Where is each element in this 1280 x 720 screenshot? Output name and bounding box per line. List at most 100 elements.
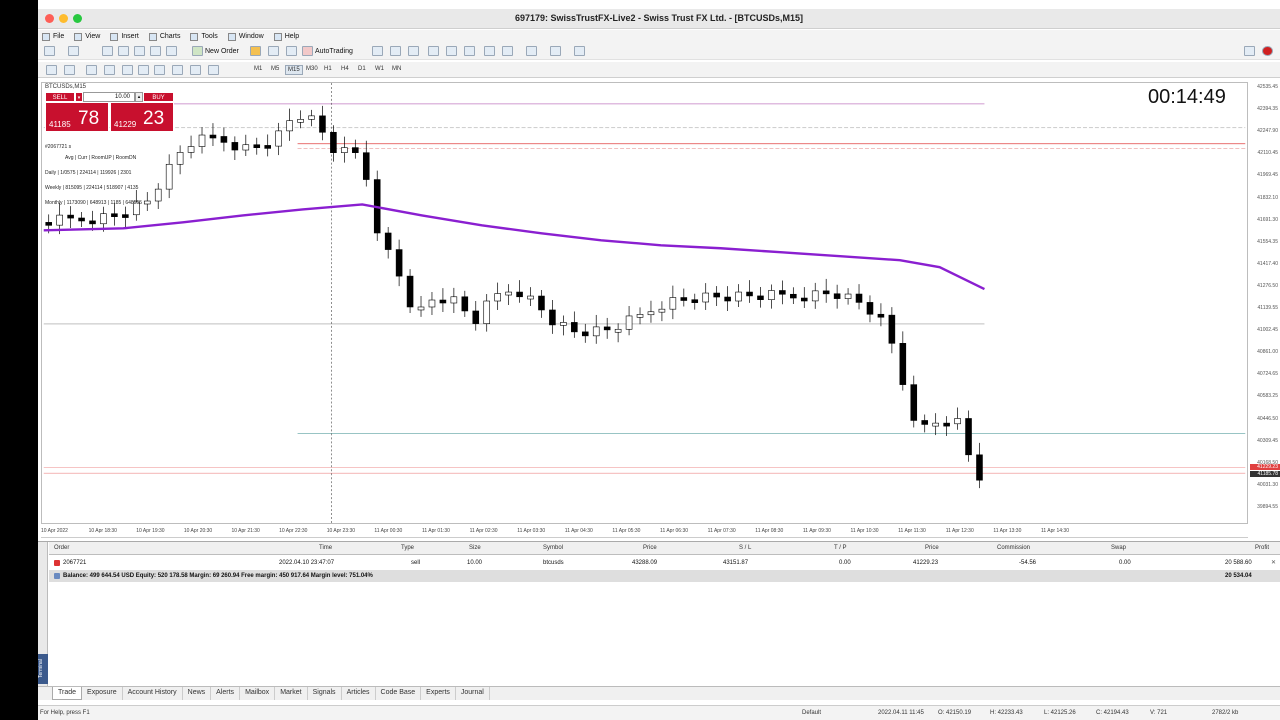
timeframe-m15[interactable]: M15 [285, 65, 303, 75]
indicators-icon[interactable] [526, 46, 537, 56]
text-label-icon[interactable] [190, 65, 201, 75]
tab-alerts[interactable]: Alerts [211, 687, 241, 700]
price-chart[interactable] [41, 82, 1248, 524]
buy-price-box[interactable]: 41229 23 [110, 102, 174, 132]
menu-window[interactable]: Window [227, 32, 264, 41]
new-chart-icon[interactable] [44, 46, 55, 56]
col-price[interactable]: Price [643, 542, 657, 555]
tab-mailbox[interactable]: Mailbox [240, 687, 276, 700]
zoom-in-icon[interactable] [428, 46, 439, 56]
search-icon[interactable] [1244, 46, 1255, 56]
time-scale-label: 10 Apr 2022 [41, 528, 68, 534]
volume-dropdown[interactable]: ▾ [75, 92, 83, 102]
horizontal-line-icon[interactable] [104, 65, 115, 75]
arrows-icon[interactable] [208, 65, 219, 75]
market-icon[interactable] [268, 46, 279, 56]
alert-icon[interactable] [1262, 46, 1273, 56]
candlesticks-icon[interactable] [390, 46, 401, 56]
window-title: 697179: SwissTrustFX-Live2 - Swiss Trust… [514, 13, 804, 23]
tab-signals[interactable]: Signals [308, 687, 342, 700]
terminal-icon[interactable] [150, 46, 161, 56]
col-commission[interactable]: Commission [997, 542, 1030, 555]
tile-windows-icon[interactable] [464, 46, 475, 56]
col-time[interactable]: Time [319, 542, 332, 555]
tab-news[interactable]: News [183, 687, 212, 700]
tab-articles[interactable]: Articles [342, 687, 376, 700]
periods-icon[interactable] [550, 46, 561, 56]
timeframe-m30[interactable]: M30 [304, 65, 320, 73]
channel-icon[interactable] [138, 65, 149, 75]
col-size[interactable]: Size [469, 542, 481, 555]
col-cur-price[interactable]: Price [925, 542, 939, 555]
menu-charts[interactable]: Charts [148, 32, 180, 41]
status-profile[interactable]: Default [802, 710, 821, 716]
menu-tools[interactable]: Tools [190, 32, 218, 41]
sell-price-box[interactable]: 41185 78 [45, 102, 109, 132]
bar-chart-icon[interactable] [372, 46, 383, 56]
profiles-icon[interactable] [68, 46, 79, 56]
timeframe-h1[interactable]: H1 [322, 65, 334, 73]
candle-body [943, 422, 950, 427]
candle-body [625, 315, 633, 330]
text-icon[interactable] [172, 65, 183, 75]
col-symbol[interactable]: Symbol [543, 542, 563, 555]
menu-view[interactable]: View [74, 32, 100, 41]
balance-summary: Balance: 499 644.54 USD Equity: 520 178.… [63, 573, 373, 579]
timeframe-w1[interactable]: W1 [373, 65, 386, 73]
order-icon [54, 560, 60, 566]
tab-trade[interactable]: Trade [52, 687, 83, 700]
close-order-icon[interactable]: ✕ [1271, 557, 1276, 569]
candle-body [713, 292, 720, 298]
insert-icon [110, 32, 119, 41]
fibonacci-icon[interactable] [154, 65, 165, 75]
market-watch-icon[interactable] [102, 46, 113, 56]
buy-button[interactable]: BUY [143, 92, 174, 102]
sell-price-prefix: 41185 [49, 120, 71, 129]
col-tp[interactable]: T / P [834, 542, 847, 555]
table-row[interactable]: 2067721 2022.04.10 23:47:07 sell 10.00 b… [49, 557, 1280, 569]
col-sl[interactable]: S / L [739, 542, 751, 555]
crosshair-icon[interactable] [64, 65, 75, 75]
candle-body [658, 308, 666, 313]
menu-bar: File View Insert Charts Tools Window Hel… [38, 30, 1280, 43]
templates-icon[interactable] [574, 46, 585, 56]
chart-shift-icon[interactable] [484, 46, 495, 56]
timeframe-mn[interactable]: MN [390, 65, 403, 73]
price-scale-label: 40309.45 [1257, 437, 1278, 444]
vertical-line-icon[interactable] [86, 65, 97, 75]
menu-help[interactable]: Help [273, 32, 299, 41]
signals-icon[interactable] [286, 46, 297, 56]
autotrading-button[interactable]: AutoTrading [302, 46, 353, 56]
autoscroll-icon[interactable] [502, 46, 513, 56]
cursor-icon[interactable] [46, 65, 57, 75]
timeframe-m5[interactable]: M5 [269, 65, 281, 73]
data-window-icon[interactable] [118, 46, 129, 56]
zoom-out-icon[interactable] [446, 46, 457, 56]
timeframe-d1[interactable]: D1 [356, 65, 368, 73]
menu-file[interactable]: File [42, 32, 64, 41]
col-type[interactable]: Type [401, 542, 414, 555]
navigator-icon[interactable] [134, 46, 145, 56]
tab-market[interactable]: Market [275, 687, 308, 700]
tab-account-history[interactable]: Account History [123, 687, 183, 700]
new-order-button[interactable]: New Order [192, 46, 239, 56]
metaeditor-icon[interactable] [250, 46, 261, 56]
trendline-icon[interactable] [122, 65, 133, 75]
col-profit[interactable]: Profit [1255, 542, 1269, 555]
tab-journal[interactable]: Journal [456, 687, 490, 700]
tab-code-base[interactable]: Code Base [376, 687, 422, 700]
tab-experts[interactable]: Experts [421, 687, 456, 700]
col-order[interactable]: Order [54, 542, 69, 555]
tester-icon[interactable] [166, 46, 177, 56]
volume-up-button[interactable]: ▴ [135, 92, 143, 102]
candle-body [932, 422, 939, 427]
timeframe-h4[interactable]: H4 [339, 65, 351, 73]
candle-body [461, 296, 469, 312]
tab-exposure[interactable]: Exposure [82, 687, 123, 700]
sell-button[interactable]: SELL [45, 92, 75, 102]
col-swap[interactable]: Swap [1111, 542, 1126, 555]
menu-insert[interactable]: Insert [110, 32, 139, 41]
line-chart-icon[interactable] [408, 46, 419, 56]
timeframe-m1[interactable]: M1 [252, 65, 264, 73]
volume-input[interactable]: 10.00 [83, 92, 135, 102]
